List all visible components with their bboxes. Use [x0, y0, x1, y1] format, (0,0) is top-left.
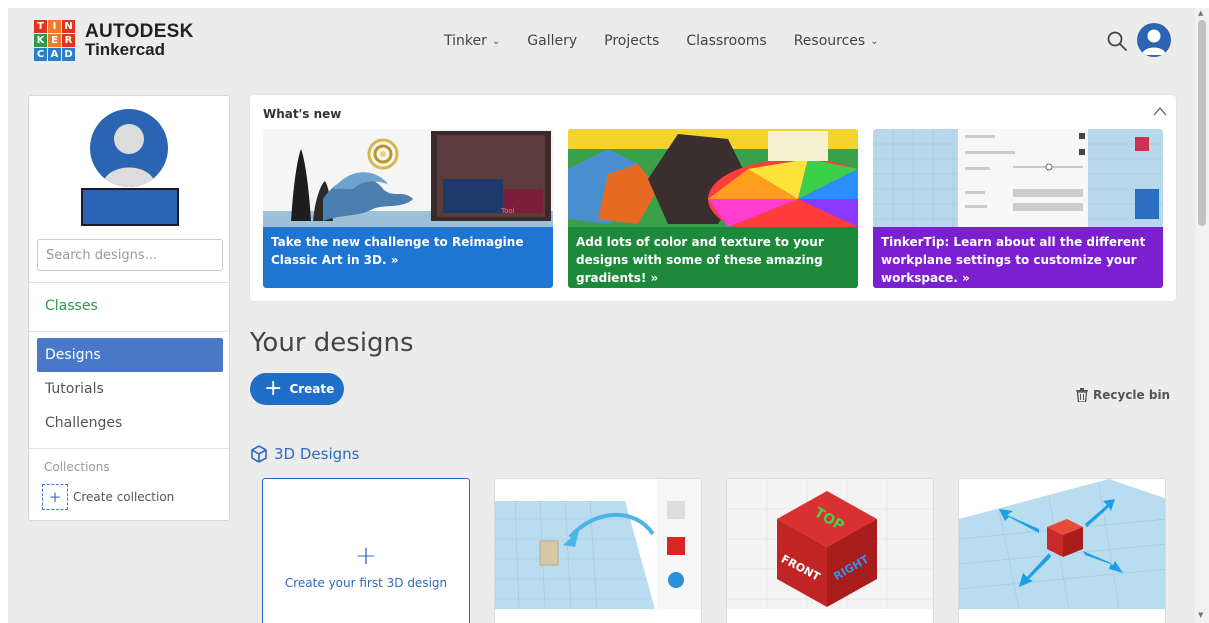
news-card-gradients[interactable]: Add lots of color and texture to your de… — [568, 129, 858, 288]
search-icon[interactable] — [1106, 30, 1128, 52]
tinkercad-logo[interactable]: T I N K E R C A D AUTODESK Tinkercad — [34, 20, 194, 61]
news-card-caption: Take the new challenge to Reimagine Clas… — [263, 227, 553, 288]
logo-letter: A — [48, 48, 61, 61]
section-3d-designs[interactable]: 3D Designs — [250, 445, 359, 463]
chevron-down-icon: ⌄ — [491, 35, 501, 47]
news-card-image — [568, 129, 858, 227]
sidebar: Search designs... Classes Designs Tutori… — [28, 95, 230, 521]
cube-icon — [251, 445, 267, 463]
news-card-image: Tool — [263, 129, 553, 227]
workplane-settings-image — [873, 129, 1163, 227]
username-redacted — [81, 188, 179, 226]
nav-projects[interactable]: Projects — [604, 33, 659, 49]
sidebar-item-challenges[interactable]: Challenges — [37, 406, 223, 440]
design-thumbnail: TOP FRONT RIGHT — [727, 479, 933, 623]
news-card-caption: Add lots of color and texture to your de… — [568, 227, 858, 288]
svg-text:Tool: Tool — [500, 207, 515, 215]
nav-gallery[interactable]: Gallery — [527, 33, 577, 49]
logo-letter: D — [62, 48, 75, 61]
create-first-design-tile[interactable]: + Create your first 3D design — [262, 478, 470, 623]
scroll-up-arrow-icon[interactable]: ▲ — [1198, 9, 1203, 17]
design-tile-arrows[interactable] — [958, 478, 1166, 623]
sidebar-item-designs[interactable]: Designs — [37, 338, 223, 372]
nav-label: Gallery — [527, 33, 578, 49]
nav-label: Projects — [604, 33, 660, 49]
plus-icon: + — [264, 375, 283, 401]
news-card-caption: TinkerTip: Learn about all the different… — [873, 227, 1163, 288]
create-first-design-label: Create your first 3D design — [284, 576, 448, 590]
divider — [29, 282, 229, 283]
logo-letter: N — [62, 20, 75, 33]
page: T I N K E R C A D AUTODESK Tinkercad Tin… — [8, 8, 1195, 623]
create-button[interactable]: + Create — [250, 373, 344, 405]
profile-avatar[interactable] — [90, 109, 168, 187]
gradients-image — [568, 129, 858, 227]
nav-label: Classrooms — [686, 33, 767, 49]
top-header: T I N K E R C A D AUTODESK Tinkercad Tin… — [8, 8, 1195, 74]
product-name: Tinkercad — [85, 39, 166, 59]
design-thumbnail — [495, 479, 701, 623]
nav-label: Resources — [793, 33, 866, 49]
nav-label: Tinker — [444, 33, 487, 49]
plus-icon: + — [42, 484, 68, 510]
logo-grid: T I N K E R C A D — [34, 20, 75, 61]
user-icon — [102, 124, 156, 187]
news-card-image — [873, 129, 1163, 227]
logo-letter: R — [62, 34, 75, 47]
search-designs-input[interactable]: Search designs... — [37, 239, 223, 271]
recycle-bin-label: Recycle bin — [1093, 388, 1171, 402]
user-icon — [1142, 29, 1166, 55]
logo-letter: E — [48, 34, 61, 47]
logo-text: AUTODESK Tinkercad — [85, 20, 194, 59]
plus-icon: + — [355, 541, 377, 571]
page-title: Your designs — [250, 328, 414, 358]
sidebar-item-label: Designs — [45, 347, 101, 363]
recycle-bin-button[interactable]: Recycle bin — [1076, 388, 1170, 402]
nav-tinker[interactable]: Tinker ⌄ — [444, 33, 500, 49]
create-collection-label: Create collection — [73, 490, 175, 504]
main-nav: Tinker ⌄ Gallery Projects Classrooms Reso… — [444, 8, 906, 74]
scroll-down-arrow-icon[interactable]: ▼ — [1198, 611, 1203, 619]
logo-letter: T — [34, 20, 47, 33]
create-label: Create — [289, 382, 335, 396]
chevron-up-icon[interactable] — [1152, 105, 1168, 117]
scrollbar-thumb[interactable] — [1198, 20, 1206, 226]
whats-new-panel: What's new Tool Take the new challenge t… — [250, 95, 1176, 301]
chevron-down-icon: ⌄ — [870, 35, 879, 47]
section-label: 3D Designs — [274, 445, 360, 463]
logo-letter: I — [48, 20, 61, 33]
sidebar-item-label: Classes — [45, 298, 98, 314]
user-avatar[interactable] — [1137, 23, 1171, 57]
news-card-workplane-tip[interactable]: TinkerTip: Learn about all the different… — [873, 129, 1163, 288]
nav-classrooms[interactable]: Classrooms — [686, 33, 766, 49]
whats-new-title: What's new — [263, 107, 342, 121]
trash-icon — [1076, 388, 1088, 402]
create-collection-button[interactable]: + Create collection — [42, 484, 174, 510]
sidebar-item-classes[interactable]: Classes — [37, 289, 223, 323]
sidebar-item-tutorials[interactable]: Tutorials — [37, 372, 223, 406]
classic-art-image: Tool — [263, 129, 553, 227]
sidebar-item-label: Tutorials — [45, 381, 104, 397]
brand-name: AUTODESK — [85, 20, 194, 42]
logo-letter: K — [34, 34, 47, 47]
page-scrollbar[interactable]: ▲ ▼ — [1195, 8, 1209, 623]
design-thumbnail — [959, 479, 1165, 623]
nav-resources[interactable]: Resources ⌄ — [794, 33, 879, 49]
divider — [29, 331, 229, 332]
logo-letter: C — [34, 48, 47, 61]
news-card-classic-art[interactable]: Tool Take the new challenge to Reimagine… — [263, 129, 553, 288]
divider — [29, 448, 229, 449]
search-placeholder: Search designs... — [46, 247, 158, 263]
design-tile-tutorial-move[interactable] — [494, 478, 702, 623]
collections-heading: Collections — [44, 460, 110, 474]
sidebar-item-label: Challenges — [45, 415, 123, 431]
design-tile-cube-views[interactable]: TOP FRONT RIGHT — [726, 478, 934, 623]
